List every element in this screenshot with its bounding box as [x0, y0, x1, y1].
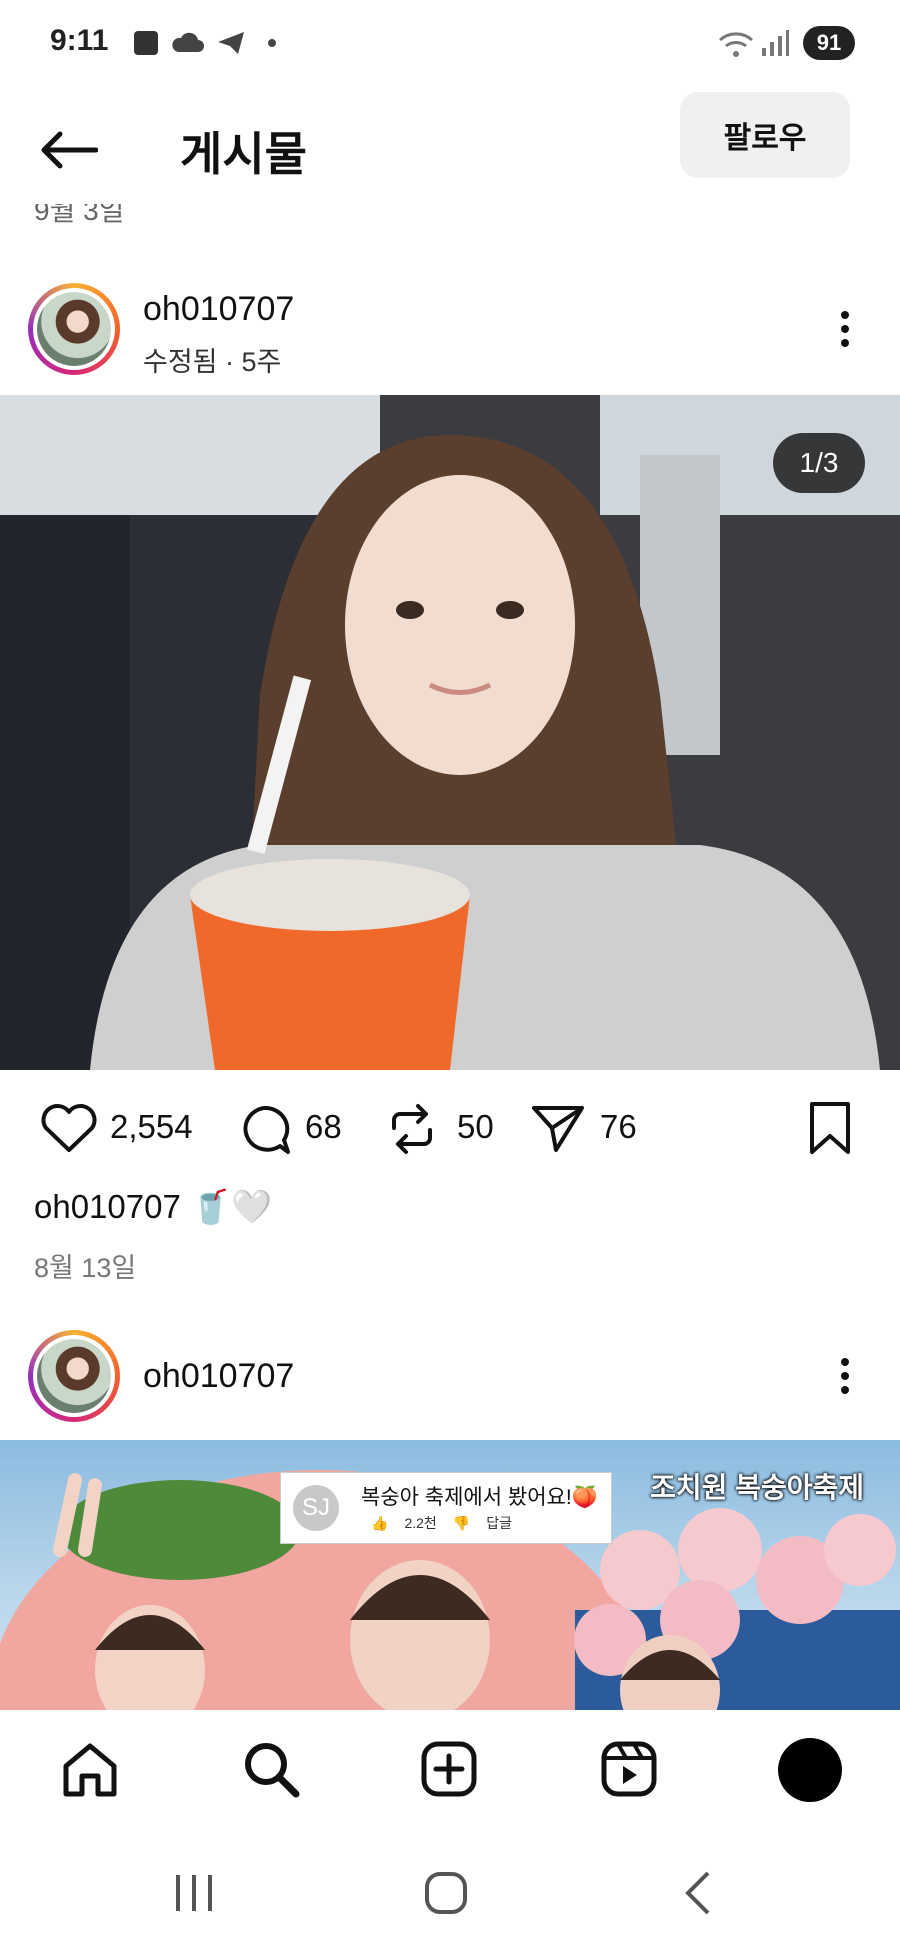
- kebab-icon[interactable]: [830, 305, 860, 355]
- comment-count[interactable]: 68: [305, 1108, 342, 1146]
- sticker-like-count: 2.2천: [404, 1515, 437, 1531]
- status-time: 9:11: [50, 24, 109, 57]
- like-count[interactable]: 2,554: [110, 1108, 193, 1146]
- battery-indicator: 91: [803, 26, 855, 60]
- status-notification-icons: [134, 30, 276, 56]
- reels-icon[interactable]: [600, 1740, 658, 1798]
- thumb-down-icon: 👎: [452, 1514, 471, 1531]
- status-bar: 9:11 91: [0, 0, 900, 90]
- sticker-reply: 답글: [486, 1515, 512, 1531]
- image-counter-badge: 1/3: [773, 433, 865, 493]
- caption-text: 🥤🤍: [190, 1188, 273, 1225]
- festival-title-overlay: 조치원 복숭아축제: [650, 1472, 864, 1503]
- search-icon[interactable]: [240, 1738, 302, 1800]
- avatar: [37, 292, 111, 366]
- bottom-nav: [0, 1710, 900, 1835]
- heart-icon[interactable]: [40, 1102, 98, 1154]
- comment-icon[interactable]: [236, 1102, 292, 1156]
- recent-apps-icon[interactable]: [172, 1873, 216, 1913]
- thumb-up-icon: 👍: [371, 1514, 389, 1531]
- caption-username[interactable]: oh010707: [34, 1188, 181, 1225]
- share-count[interactable]: 76: [600, 1108, 637, 1146]
- story-ring-avatar-2[interactable]: [28, 1330, 120, 1422]
- system-back-icon[interactable]: [682, 1871, 712, 1915]
- create-icon[interactable]: [420, 1740, 478, 1798]
- home-icon[interactable]: [60, 1740, 120, 1800]
- send-icon[interactable]: [530, 1102, 586, 1154]
- home-button-icon[interactable]: [424, 1871, 468, 1915]
- post2-username[interactable]: oh010707: [143, 1357, 294, 1396]
- dot-icon: [268, 39, 276, 47]
- back-arrow-icon[interactable]: [38, 128, 98, 172]
- signal-icon: [762, 30, 789, 56]
- sticker-comment-meta: 👍 2.2천 👎 답글: [371, 1513, 512, 1533]
- post-edited-time: 수정됨 · 5주: [143, 347, 282, 377]
- follow-button[interactable]: 팔로우: [680, 92, 850, 178]
- post-username[interactable]: oh010707: [143, 290, 294, 329]
- wifi-icon: [719, 32, 753, 57]
- commenter-avatar: SJ: [293, 1485, 339, 1531]
- post-image[interactable]: [0, 395, 900, 1070]
- sticker-comment-text: 복숭아 축제에서 봤어요!🍑: [361, 1486, 598, 1509]
- post-caption: oh010707 🥤🤍: [34, 1188, 272, 1227]
- repost-count[interactable]: 50: [457, 1108, 494, 1146]
- post-date: 8월 13일: [34, 1253, 137, 1283]
- page-title: 게시물: [180, 128, 307, 180]
- story-ring-avatar[interactable]: [28, 283, 120, 375]
- bookmark-icon[interactable]: [806, 1100, 854, 1156]
- profile-avatar[interactable]: [778, 1738, 842, 1802]
- telegram-icon: [218, 32, 244, 54]
- youtube-comment-sticker: SJ 복숭아 축제에서 봤어요!🍑 👍 2.2천 👎 답글: [280, 1472, 612, 1544]
- system-navigation: [0, 1835, 900, 1950]
- post-actions: 2,554 68 50 76: [0, 1098, 900, 1158]
- post-photo-illustration: [0, 395, 900, 1070]
- avatar: [37, 1339, 111, 1413]
- previous-post-date: 9월 3일: [34, 204, 125, 226]
- repost-icon[interactable]: [386, 1102, 438, 1156]
- gallery-icon: [134, 31, 158, 55]
- kebab-icon-2[interactable]: [830, 1352, 860, 1402]
- cloud-icon: [172, 32, 204, 52]
